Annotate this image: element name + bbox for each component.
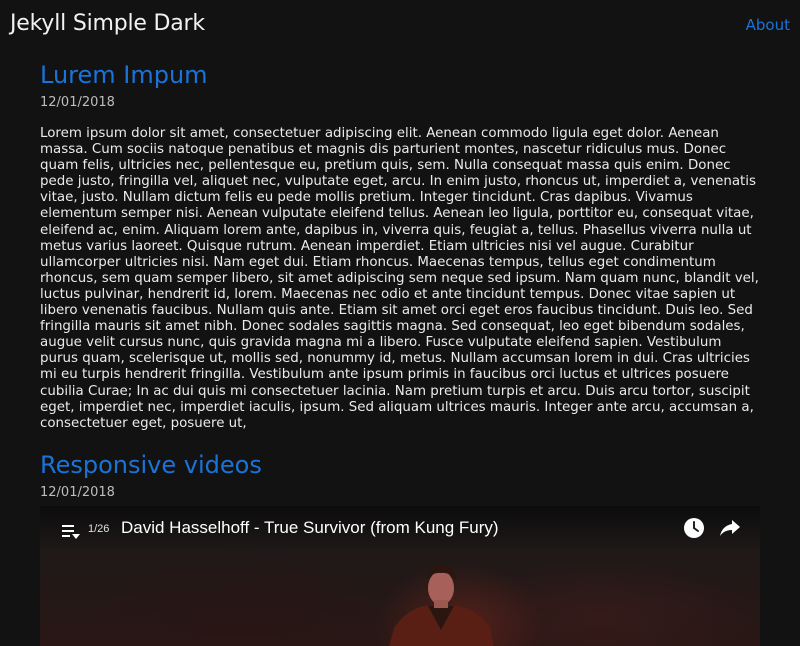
post: Responsive videos 12/01/2018 1/26 David …: [40, 450, 762, 646]
main-content: Lurem Impum 12/01/2018 Lorem ipsum dolor…: [40, 60, 762, 646]
playlist-icon[interactable]: [62, 523, 82, 541]
site-title-link[interactable]: Jekyll Simple Dark: [10, 11, 205, 36]
clock-icon[interactable]: [683, 517, 705, 539]
post-date: 12/01/2018: [40, 485, 115, 500]
post-title-link[interactable]: Lurem Impum: [40, 60, 762, 90]
video-title-link[interactable]: David Hasselhoff - True Survivor (from K…: [121, 518, 499, 538]
person-figure: [389, 564, 494, 646]
post-date: 12/01/2018: [40, 95, 115, 110]
video-player[interactable]: 1/26 David Hasselhoff - True Survivor (f…: [40, 506, 760, 646]
share-icon[interactable]: [718, 517, 742, 539]
post-title-link[interactable]: Responsive videos: [40, 450, 762, 480]
nav-about-link[interactable]: About: [746, 16, 790, 34]
site-header: Jekyll Simple Dark About: [0, 0, 800, 52]
post: Lurem Impum 12/01/2018 Lorem ipsum dolor…: [40, 60, 762, 432]
post-body: Lorem ipsum dolor sit amet, consectetuer…: [40, 126, 759, 431]
playlist-count: 1/26: [88, 523, 110, 535]
